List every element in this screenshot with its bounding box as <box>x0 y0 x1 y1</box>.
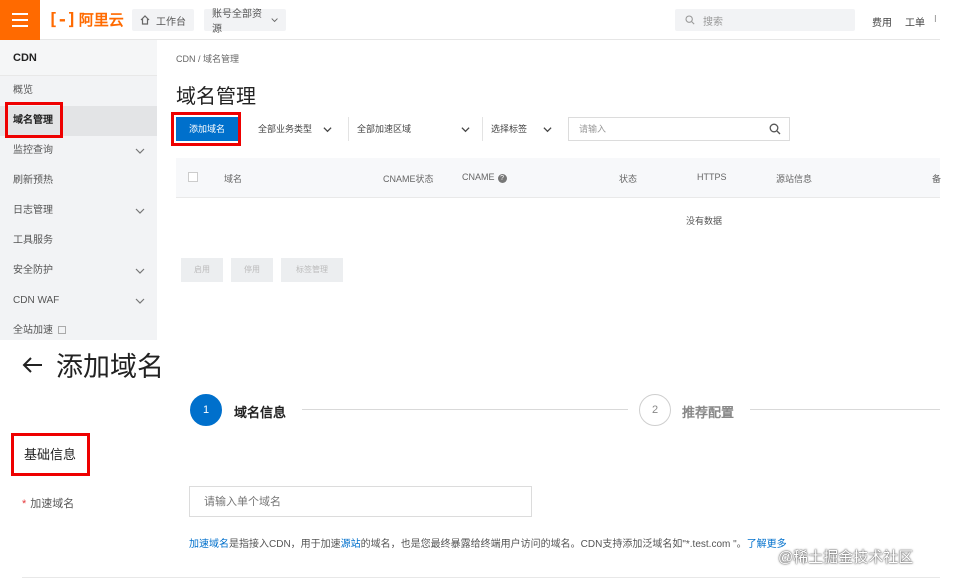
sidebar-title: CDN <box>0 40 157 76</box>
sidebar-item-log-management[interactable]: 日志管理 <box>0 196 157 226</box>
region-filter[interactable]: 全部加速区域 <box>348 117 478 141</box>
sidebar-item-label: 全站加速 <box>13 325 53 336</box>
ticket-link[interactable]: 工单 <box>905 14 925 29</box>
chevron-down-icon <box>323 127 332 133</box>
column-origin-info: 源站信息 <box>776 174 813 184</box>
step-1-indicator: 1 <box>190 394 222 426</box>
step-2-label: 推荐配置 <box>682 405 735 420</box>
resource-group-select[interactable]: 账号全部资源 <box>204 9 286 35</box>
sidebar-item-label: 监控查询 <box>13 145 53 156</box>
workbench-label: 工作台 <box>156 16 186 28</box>
aliyun-logo-mark: [-] <box>48 9 77 30</box>
annotation-highlight-section <box>11 433 90 476</box>
domain-toolbar: 添加域名 全部业务类型 全部加速区域 选择标签 请输入 <box>176 117 790 141</box>
step-1-label: 域名信息 <box>234 405 287 420</box>
column-cname-label: CNAME <box>462 172 495 182</box>
sidebar: CDN 概览 域名管理 监控查询 刷新预热 日志管理 工具服务 安全防护 CDN… <box>0 40 157 340</box>
column-remark: 备 <box>932 174 942 184</box>
search-icon <box>685 15 695 25</box>
help-text: 的域名，也是您最终暴露给终端用户访问的域名。CDN支持添加泛域名如"*.test… <box>360 539 747 550</box>
table-empty-text: 没有数据 <box>686 216 723 226</box>
select-all-checkbox[interactable] <box>188 172 198 182</box>
chevron-down-icon <box>271 18 278 23</box>
sidebar-item-label: 刷新预热 <box>13 175 53 186</box>
column-https: HTTPS <box>697 172 727 182</box>
sidebar-item-tools[interactable]: 工具服务 <box>0 226 157 256</box>
sidebar-item-label: 工具服务 <box>13 235 53 246</box>
business-type-filter-label: 全部业务类型 <box>258 124 313 134</box>
chevron-down-icon <box>135 298 145 304</box>
help-icon[interactable]: ? <box>497 174 507 183</box>
column-domain: 域名 <box>224 174 243 184</box>
sidebar-item-dcdn[interactable]: 全站加速 <box>0 316 157 346</box>
accelerated-domain-label: * 加速域名 <box>22 495 74 511</box>
help-link-origin[interactable]: 源站 <box>341 539 361 550</box>
sidebar-item-label: 安全防护 <box>13 265 53 276</box>
chevron-down-icon <box>135 268 145 274</box>
external-link-icon <box>58 326 66 334</box>
step-connector <box>302 409 628 410</box>
column-status: 状态 <box>619 174 638 184</box>
chevron-down-icon <box>543 127 552 133</box>
domain-search-input[interactable]: 请输入 <box>568 117 790 141</box>
sidebar-item-label: 日志管理 <box>13 205 53 216</box>
accelerated-domain-label-text: 加速域名 <box>30 498 75 510</box>
home-icon <box>140 15 150 25</box>
aliyun-logo[interactable]: [-] 阿里云 <box>48 9 124 30</box>
global-search-input[interactable]: 搜索 <box>675 9 855 31</box>
accelerated-domain-help: 加速域名是指接入CDN，用于加速源站的域名，也是您最终暴露给终端用户访问的域名。… <box>189 535 787 550</box>
accelerated-domain-input[interactable] <box>189 486 532 517</box>
tag-filter[interactable]: 选择标签 <box>482 117 560 141</box>
menu-icon[interactable] <box>0 0 40 40</box>
business-type-filter[interactable]: 全部业务类型 <box>250 117 340 141</box>
column-cname-status: CNAME状态 <box>383 174 434 184</box>
breadcrumb: CDN / 域名管理 <box>176 54 240 64</box>
arrow-left-icon[interactable] <box>22 356 44 374</box>
topbar-overflow[interactable]: I <box>934 14 937 25</box>
sidebar-item-cdn-waf[interactable]: CDN WAF <box>0 286 157 316</box>
add-domain-title: 添加域名 <box>56 352 164 382</box>
cost-link[interactable]: 费用 <box>872 14 892 29</box>
divider <box>22 577 940 578</box>
sidebar-item-label: 概览 <box>13 85 33 96</box>
aliyun-logo-text: 阿里云 <box>78 12 124 29</box>
sidebar-item-monitoring[interactable]: 监控查询 <box>0 136 157 166</box>
help-link-accelerated-domain[interactable]: 加速域名 <box>189 539 229 550</box>
resource-group-label: 账号全部资源 <box>212 9 262 35</box>
chevron-down-icon <box>135 148 145 154</box>
sidebar-item-label: CDN WAF <box>13 295 60 306</box>
domain-table-header: 域名 CNAME状态 CNAME? 状态 HTTPS 源站信息 备 <box>176 158 942 198</box>
chevron-down-icon <box>461 127 470 133</box>
bulk-disable-button[interactable]: 停用 <box>231 258 273 282</box>
annotation-highlight-add-button <box>171 112 241 146</box>
region-filter-label: 全部加速区域 <box>357 124 412 134</box>
step-2-indicator: 2 <box>639 394 671 426</box>
help-text: 是指接入CDN，用于加速 <box>229 539 341 550</box>
chevron-down-icon <box>135 208 145 214</box>
watermark: @稀土掘金技术社区 <box>778 549 914 566</box>
add-domain-header: 添加域名 <box>22 345 164 384</box>
bulk-enable-button[interactable]: 启用 <box>181 258 223 282</box>
search-icon <box>769 123 781 135</box>
annotation-highlight-nav <box>5 102 63 138</box>
tag-filter-label: 选择标签 <box>491 124 528 134</box>
stepper: 1 域名信息 2 推荐配置 <box>190 394 940 426</box>
domain-search-placeholder: 请输入 <box>579 124 607 134</box>
workbench-button[interactable]: 工作台 <box>132 9 194 31</box>
bulk-tag-button[interactable]: 标签管理 <box>281 258 343 282</box>
step-connector <box>750 409 940 410</box>
column-cname: CNAME? <box>462 172 507 183</box>
page-title: 域名管理 <box>176 86 256 108</box>
required-mark: * <box>22 498 27 510</box>
global-search-placeholder: 搜索 <box>703 16 723 28</box>
sidebar-item-refresh-prefetch[interactable]: 刷新预热 <box>0 166 157 196</box>
sidebar-item-security[interactable]: 安全防护 <box>0 256 157 286</box>
top-bar: [-] 阿里云 工作台 账号全部资源 搜索 费用 工单 I <box>0 0 940 40</box>
